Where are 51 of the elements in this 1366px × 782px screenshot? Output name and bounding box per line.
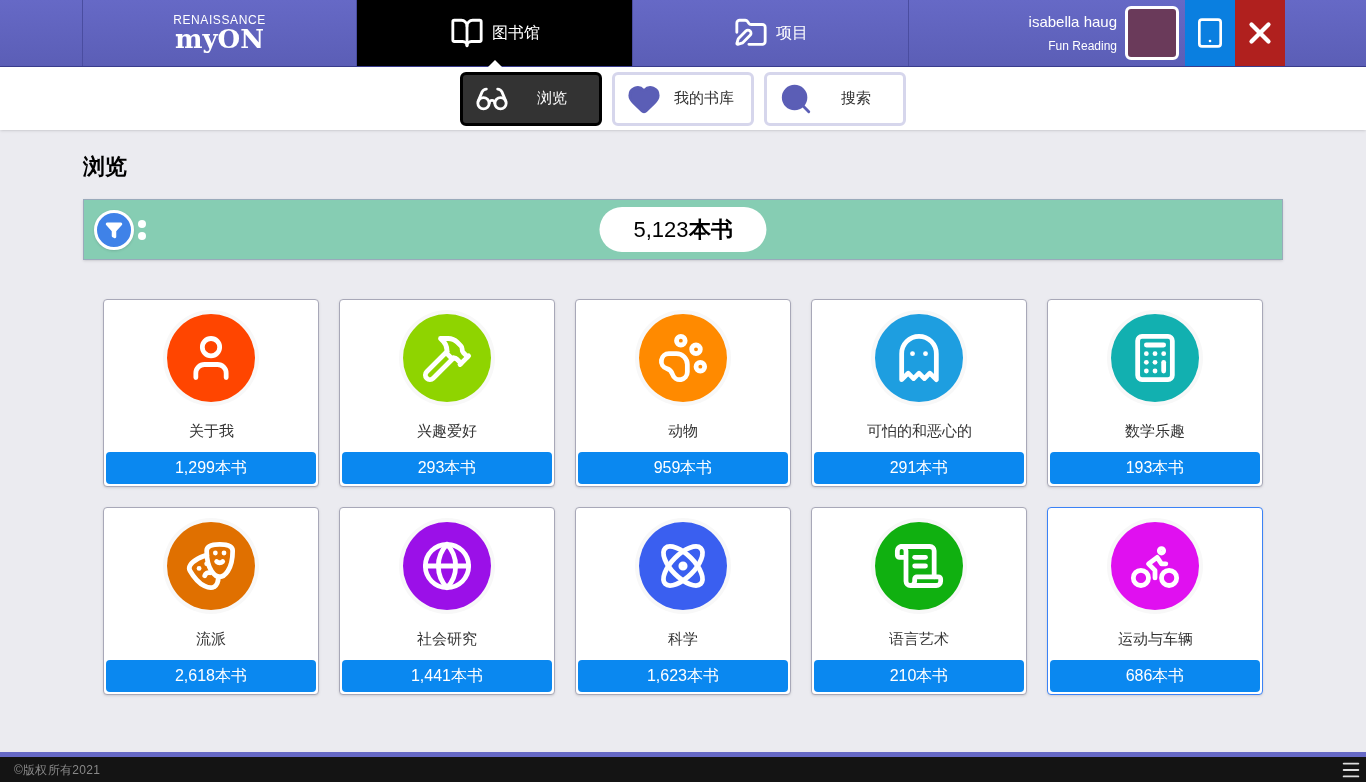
category-name: 数学乐趣 [1125, 421, 1185, 441]
logo-brand: RENAISSANCE [173, 14, 266, 26]
book-icon [449, 16, 484, 50]
masks-icon [185, 540, 237, 592]
book-count: 1,623本书 [578, 660, 788, 692]
user-name: isabella haug [1028, 11, 1117, 32]
copyright: ©版权所有2021 [14, 761, 101, 779]
book-count: 686本书 [1050, 660, 1260, 692]
category-name: 动物 [668, 421, 698, 441]
category-name: 关于我 [188, 421, 234, 441]
page-title: 浏览 [83, 153, 128, 181]
subnav-tab[interactable]: 我的书库 [612, 71, 754, 126]
category-name: 可怕的和恶心的 [866, 421, 972, 441]
category-card[interactable]: 关于我 1,299本书 [103, 299, 319, 487]
logo-product: myON [174, 26, 264, 52]
book-count: 193本书 [1050, 452, 1260, 484]
category-name: 语言艺术 [889, 629, 949, 649]
category-card[interactable]: 科学 1,623本书 [575, 507, 791, 695]
close-button[interactable] [1235, 0, 1285, 66]
category-card[interactable]: 社会研究 1,441本书 [339, 507, 555, 695]
avatar[interactable] [1125, 6, 1179, 60]
nav-tab[interactable]: 图书馆 [357, 0, 633, 66]
category-card[interactable]: 可怕的和恶心的 291本书 [811, 299, 1027, 487]
book-count: 1,441本书 [342, 660, 552, 692]
category-name: 运动与车辆 [1117, 629, 1193, 649]
category-card[interactable]: 流派 2,618本书 [103, 507, 319, 695]
category-card[interactable]: 动物 959本书 [575, 299, 791, 487]
globe-icon [421, 540, 473, 592]
category-name: 兴趣爱好 [417, 421, 477, 441]
filter-icon [105, 220, 123, 239]
category-card[interactable]: 兴趣爱好 293本书 [339, 299, 555, 487]
book-count: 210本书 [814, 660, 1024, 692]
filter-button[interactable] [94, 209, 134, 250]
book-count: 293本书 [342, 452, 552, 484]
category-card[interactable]: 语言艺术 210本书 [811, 507, 1027, 695]
book-count: 959本书 [578, 452, 788, 484]
tablet-button[interactable] [1185, 0, 1235, 66]
category-name: 科学 [668, 629, 698, 649]
category-name: 社会研究 [417, 629, 477, 649]
total-count: 5,123本书 [599, 207, 767, 252]
category-name: 流派 [196, 629, 226, 649]
category-card[interactable]: 数学乐趣 193本书 [1047, 299, 1263, 487]
subnav-tab[interactable]: 浏览 [460, 71, 602, 126]
book-count: 1,299本书 [106, 452, 316, 484]
user-subtitle: Fun Reading [1048, 38, 1117, 56]
paw-icon [657, 332, 709, 384]
book-count: 291本书 [814, 452, 1024, 484]
subnav-tab[interactable]: 搜索 [764, 71, 906, 126]
category-card[interactable]: 运动与车辆 686本书 [1047, 507, 1263, 695]
book-count: 2,618本书 [106, 660, 316, 692]
nav-tab[interactable]: 项目 [633, 0, 909, 66]
